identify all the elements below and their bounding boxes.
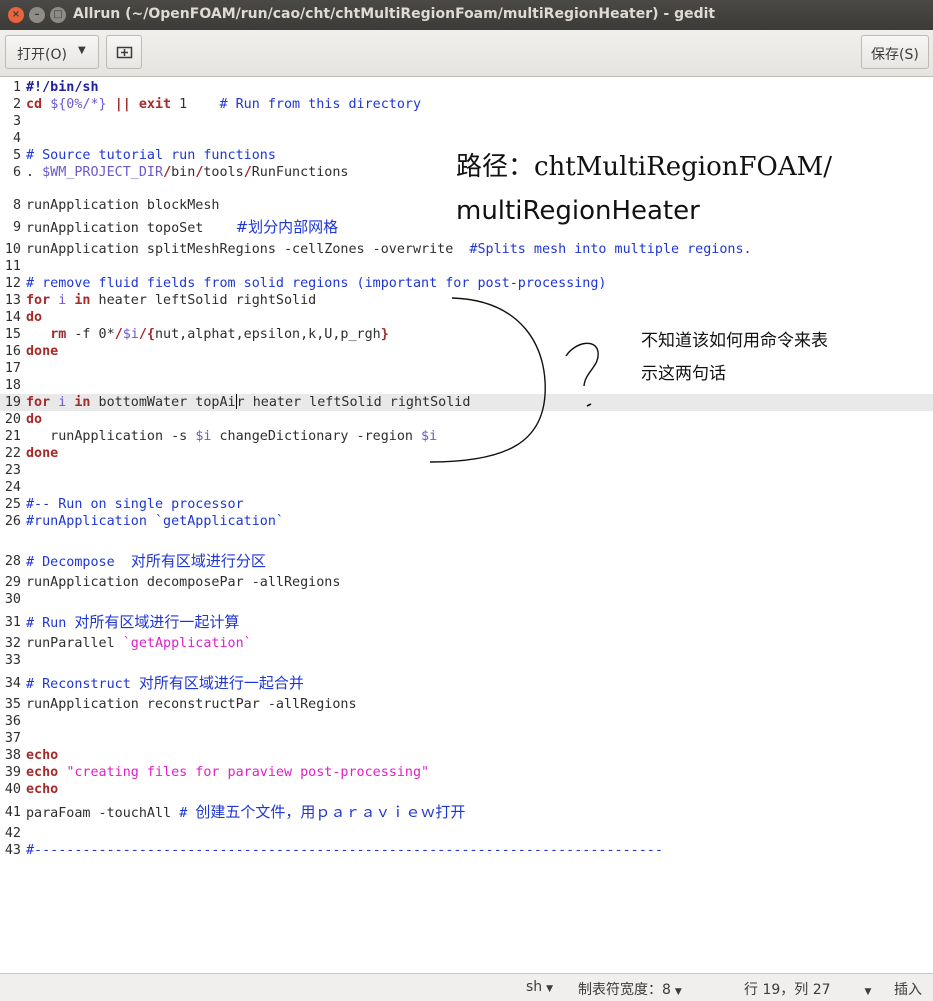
- code-line: 35 runApplication reconstructPar -allRegi…: [4, 697, 357, 712]
- code-line: 39 echo "creating files for paraview post…: [4, 765, 430, 780]
- text-cursor: [235, 394, 237, 409]
- code-line: 40 echo: [4, 782, 59, 797]
- save-button-label: 保存(S): [871, 47, 919, 63]
- path-annotation-line2: multiRegionHeater: [456, 196, 700, 226]
- code-line: 38 echo: [4, 748, 59, 763]
- open-button[interactable]: 打开(O) ▼: [5, 35, 99, 69]
- question-annotation-line1: 不知道该如何用命令来表: [641, 331, 828, 351]
- code-line: 12 # remove fluid fields from solid regio…: [4, 276, 607, 291]
- language-selector[interactable]: sh ▼: [526, 979, 553, 995]
- question-annotation: 不知道该如何用命令来表 示这两句话: [641, 325, 828, 391]
- code-line: 23: [4, 463, 21, 478]
- code-line: 22 done: [4, 446, 59, 461]
- open-button-label: 打开(O): [17, 47, 67, 63]
- code-line: 21 runApplication -s $i changeDictionary…: [4, 429, 438, 444]
- code-line: 28 # Decompose 对所有区域进行分区: [4, 552, 266, 571]
- chevron-down-icon: ▼: [78, 45, 86, 56]
- cursor-position-label: 行 19，列 27: [744, 982, 831, 998]
- status-bar: sh ▼ 制表符宽度：8 ▼ 行 19，列 27 ▼ 插入: [0, 973, 933, 1001]
- code-line: 33: [4, 653, 21, 668]
- chevron-down-icon: ▼: [546, 984, 554, 994]
- code-line: 34 # Reconstruct 对所有区域进行一起合并: [4, 674, 304, 693]
- title-bar: × – □ Allrun (~/OpenFOAM/run/cao/cht/cht…: [0, 0, 933, 30]
- code-line: 42: [4, 826, 21, 841]
- tab-width-label: 制表符宽度：8: [578, 982, 671, 998]
- new-document-button[interactable]: [106, 35, 142, 69]
- code-line: 36: [4, 714, 21, 729]
- code-line: 41 paraFoam -touchAll # 创建五个文件，用ｐａｒａｖｉｅｗ打…: [4, 803, 466, 822]
- language-label: sh: [526, 979, 543, 995]
- code-line: 31 # Run 对所有区域进行一起计算: [4, 613, 240, 632]
- path-annotation: 路径：chtMultiRegionFOAM/ multiRegionHeater: [456, 145, 832, 233]
- code-line: 32 runParallel `getApplication`: [4, 636, 252, 651]
- code-line: 14 do: [4, 310, 43, 325]
- current-line: 19 for i in bottomWater topAir heater lef…: [0, 394, 933, 411]
- save-button[interactable]: 保存(S): [861, 35, 929, 69]
- chevron-down-icon: ▼: [864, 987, 872, 997]
- code-line: 37: [4, 731, 21, 746]
- code-line: 20 do: [4, 412, 43, 427]
- cursor-position-selector[interactable]: 行 19，列 27 ▼: [744, 979, 871, 999]
- code-line: 24: [4, 480, 21, 495]
- header-bar: 打开(O) ▼ 保存(S): [0, 30, 933, 77]
- code-line: 11: [4, 259, 21, 274]
- code-line: 30: [4, 592, 21, 607]
- code-line: 29 runApplication decomposePar -allRegion…: [4, 575, 341, 590]
- close-icon[interactable]: ×: [8, 7, 24, 23]
- window-title: Allrun (~/OpenFOAM/run/cao/cht/chtMultiR…: [73, 6, 716, 22]
- chevron-down-icon: ▼: [674, 987, 682, 997]
- code-line: 43 #-------------------------------------…: [4, 843, 663, 858]
- code-line: 1 #!/bin/sh: [12, 80, 99, 95]
- code-line: 10 runApplication splitMeshRegions -cellZ…: [4, 242, 752, 257]
- new-document-icon: [116, 46, 133, 59]
- path-annotation-line1: 路径：chtMultiRegionFOAM/: [456, 152, 833, 182]
- question-annotation-line2: 示这两句话: [641, 364, 726, 384]
- code-line: 26 #runApplication `getApplication`: [4, 514, 284, 529]
- insert-mode-label[interactable]: 插入: [894, 979, 922, 999]
- tab-width-selector[interactable]: 制表符宽度：8 ▼: [578, 979, 682, 999]
- code-line: 3: [12, 114, 21, 129]
- code-line: 13 for i in heater leftSolid rightSolid: [4, 293, 317, 308]
- code-line: 2 cd ${0%/*} || exit 1 # Run from this di…: [12, 97, 422, 112]
- minimize-icon[interactable]: –: [29, 7, 45, 23]
- code-line: 25 #-- Run on single processor: [4, 497, 244, 512]
- maximize-icon[interactable]: □: [50, 7, 66, 23]
